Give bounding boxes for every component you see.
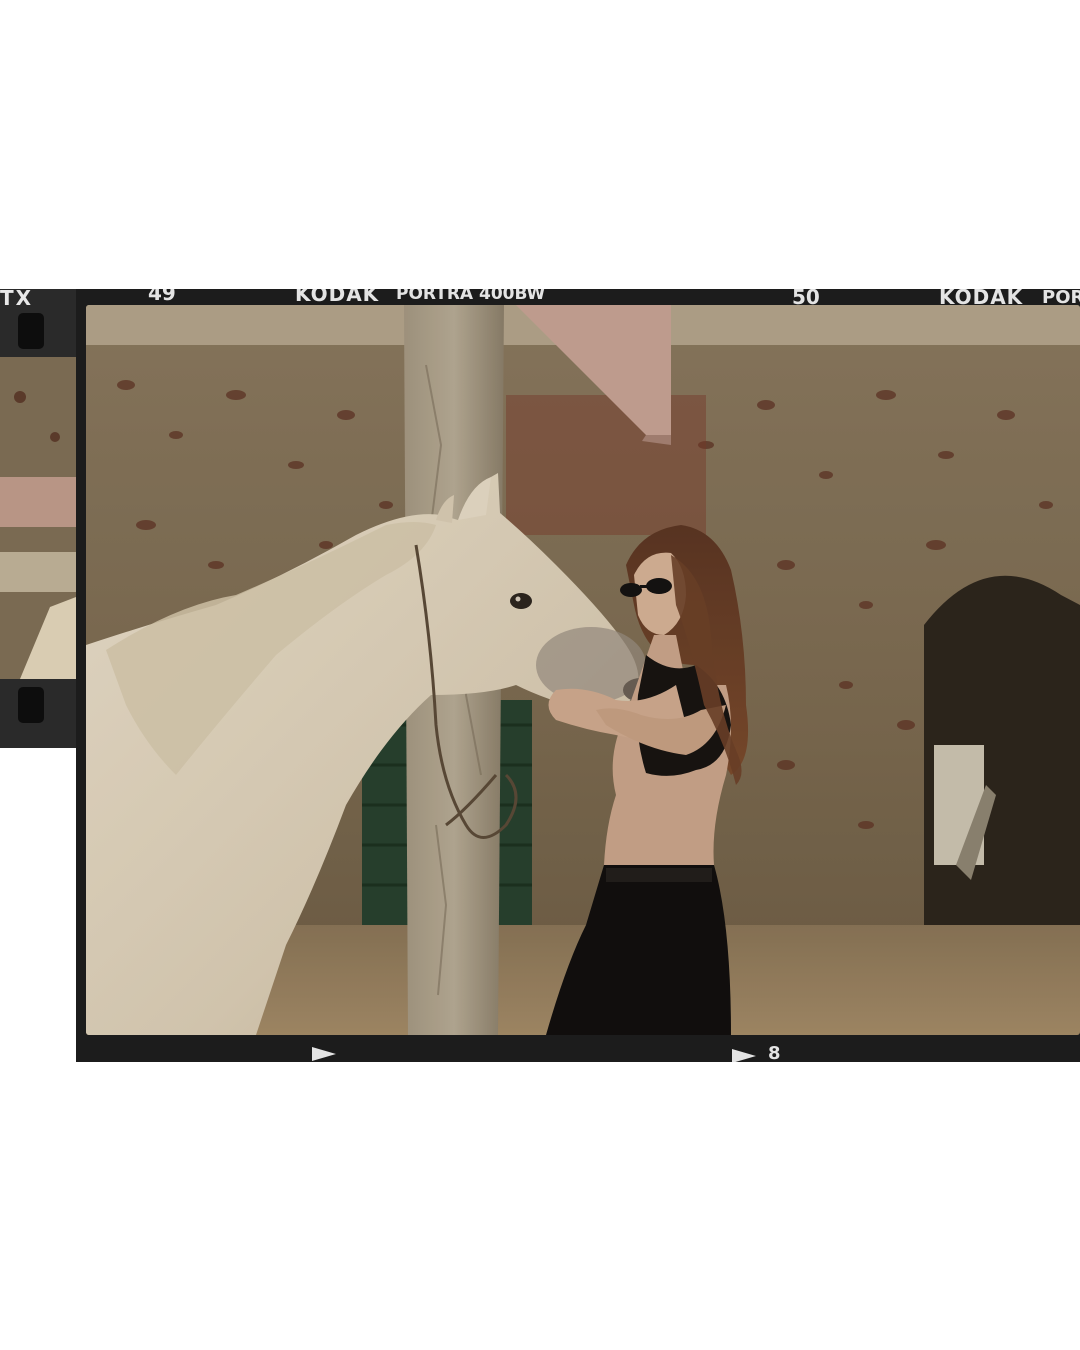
photo-scene [86, 305, 1080, 1035]
frame-number-left: 49 [148, 289, 176, 305]
previous-frame-peek [0, 357, 76, 679]
frame-marker-arrow [732, 1049, 756, 1062]
sprocket-hole [18, 313, 44, 349]
frame-marker-arrow [312, 1047, 336, 1061]
bottom-frame-index: 8 [768, 1043, 781, 1062]
photograph [86, 305, 1080, 1035]
previous-frame-strip [0, 289, 76, 748]
sprocket-hole [18, 687, 44, 723]
film-frame: 49 KODAK PORTRA 400BW 50 KODAK POR 8 [76, 289, 1080, 1062]
film-edge-code: TX [0, 286, 34, 310]
film-stock-left: PORTRA 400BW [396, 289, 546, 304]
film-brand-left: KODAK [295, 289, 380, 306]
previous-frame-image [0, 357, 76, 679]
